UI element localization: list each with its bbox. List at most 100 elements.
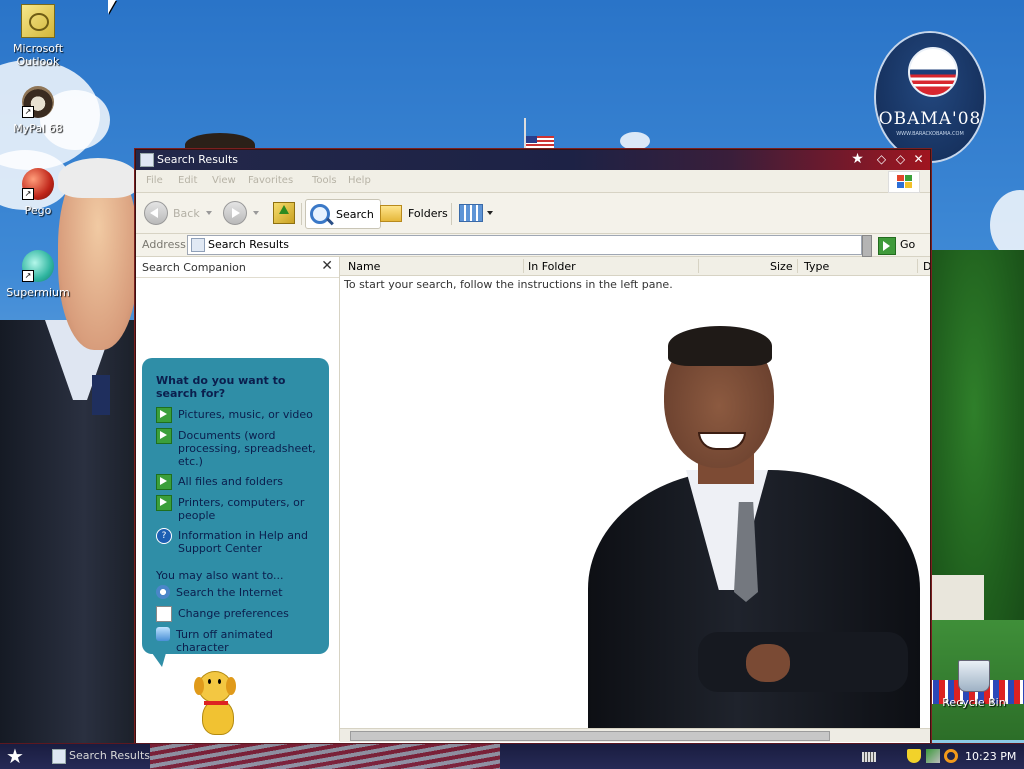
horizontal-scrollbar[interactable]	[340, 728, 930, 742]
option-change-preferences[interactable]: Change preferences	[156, 606, 321, 622]
raccoon-icon: ↗	[22, 86, 54, 118]
address-label: Address	[142, 238, 186, 251]
option-label: Pictures, music, or video	[178, 408, 313, 421]
security-shield-icon[interactable]	[907, 749, 921, 763]
menu-tools[interactable]: Tools	[312, 175, 337, 186]
folders-button[interactable]: Folders	[380, 199, 448, 227]
desktop-icon-supermium[interactable]: ↗ Supermium	[0, 250, 76, 299]
option-turn-off-character[interactable]: Turn off animated character	[156, 627, 321, 654]
column-header-name[interactable]: Name	[348, 260, 380, 273]
toolbar-separator	[301, 203, 302, 225]
green-arrow-icon	[156, 495, 172, 511]
maximize-button[interactable]: ◇	[893, 152, 908, 167]
column-header-size[interactable]: Size	[770, 260, 793, 273]
option-label: Turn off animated character	[176, 628, 273, 654]
pego-ball-icon: ↗	[22, 168, 54, 200]
windows-logo-icon	[888, 171, 920, 193]
forward-button[interactable]	[223, 199, 259, 227]
taskbar-button-search-results[interactable]: Search Results	[49, 746, 159, 766]
network-icon[interactable]	[926, 749, 940, 763]
address-bar: Address Search Results Go	[136, 234, 930, 257]
chevron-down-icon	[205, 211, 212, 215]
option-label: Change preferences	[178, 607, 289, 620]
address-dropdown-button[interactable]	[862, 235, 872, 257]
menu-bar: File Edit View Favorites Tools Help	[136, 170, 930, 193]
empty-results-message: To start your search, follow the instruc…	[344, 278, 673, 291]
green-arrow-icon	[156, 474, 172, 490]
address-input[interactable]: Search Results	[187, 235, 862, 255]
menu-view[interactable]: View	[212, 175, 236, 186]
supermium-icon: ↗	[22, 250, 54, 282]
close-pane-button[interactable]: ✕	[321, 258, 333, 274]
views-button[interactable]	[459, 199, 493, 227]
desktop-icon-outlook[interactable]: Microsoft Outlook	[0, 4, 76, 68]
desktop-icon-label: Recycle Bin	[942, 696, 1006, 709]
shortcut-arrow-icon: ↗	[22, 188, 34, 200]
address-value: Search Results	[208, 238, 290, 251]
column-separator	[797, 259, 798, 273]
option-label: Search the Internet	[176, 586, 283, 599]
desktop-icon-mypal[interactable]: ↗ MyPal 68	[0, 86, 76, 135]
search-companion-title: Search Companion	[142, 261, 246, 274]
option-all-files-folders[interactable]: All files and folders	[156, 474, 321, 490]
keyboard-icon[interactable]	[862, 752, 876, 762]
campaign-logo-url: WWW.BARACKOBAMA.COM	[896, 131, 964, 137]
menu-help[interactable]: Help	[348, 175, 371, 186]
recycle-bin-icon	[958, 660, 990, 692]
back-label: Back	[173, 206, 200, 220]
back-arrow-icon	[144, 201, 168, 225]
option-search-internet[interactable]: Search the Internet	[156, 585, 321, 599]
desktop-icon-pego[interactable]: ↗ Pego	[0, 168, 76, 217]
option-label: All files and folders	[178, 475, 283, 488]
search-button[interactable]: Search	[305, 199, 381, 229]
search-button-label: Search	[336, 207, 374, 221]
go-arrow-icon[interactable]	[878, 237, 896, 255]
search-window-icon	[140, 153, 154, 167]
folder-icon	[380, 204, 402, 222]
back-button[interactable]: Back	[144, 199, 212, 227]
column-header-date[interactable]: D	[923, 260, 930, 273]
desktop-icon-label: Pego	[24, 204, 52, 217]
star-icon: ★	[851, 151, 864, 167]
column-header-in-folder[interactable]: In Folder	[528, 260, 576, 273]
chevron-down-icon	[487, 211, 493, 215]
speech-bubble-tail	[152, 653, 166, 667]
column-header-type[interactable]: Type	[804, 260, 829, 273]
taskbar: ★ Search Results 10:23 PM	[0, 743, 1024, 769]
option-label: Documents (word processing, spreadsheet,…	[178, 429, 316, 468]
desktop-icon-recycle-bin[interactable]: Recycle Bin	[936, 660, 1012, 709]
up-folder-button[interactable]	[273, 199, 295, 227]
animated-character-icon	[156, 627, 170, 641]
menu-favorites[interactable]: Favorites	[248, 175, 293, 186]
option-pictures-music-video[interactable]: Pictures, music, or video	[156, 407, 321, 423]
search-dog-character-icon[interactable]	[192, 669, 242, 739]
option-help-support[interactable]: ? Information in Help and Support Center	[156, 528, 321, 555]
shortcut-arrow-icon: ↗	[22, 270, 34, 282]
desktop-icon-label: Microsoft Outlook	[12, 42, 64, 68]
menu-edit[interactable]: Edit	[178, 175, 197, 186]
toolbar-separator	[451, 203, 452, 225]
option-documents[interactable]: Documents (word processing, spreadsheet,…	[156, 428, 321, 468]
internet-search-icon	[156, 585, 170, 599]
clock[interactable]: 10:23 PM	[965, 750, 1016, 763]
window-title: Search Results	[157, 153, 239, 166]
also-want-to-label: You may also want to...	[156, 569, 284, 582]
search-icon	[310, 204, 330, 224]
start-button-star-icon[interactable]: ★	[6, 745, 30, 767]
option-printers-computers-people[interactable]: Printers, computers, or people	[156, 495, 321, 522]
campaign-logo: OBAMA'08 WWW.BARACKOBAMA.COM	[876, 33, 984, 161]
title-bar[interactable]: Search Results ★ ◇ ◇ ✕	[136, 150, 930, 170]
menu-file[interactable]: File	[146, 175, 163, 186]
go-button[interactable]: Go	[900, 238, 915, 251]
search-icon[interactable]	[944, 749, 958, 763]
house	[929, 575, 984, 620]
scrollbar-thumb[interactable]	[350, 731, 830, 741]
close-button[interactable]: ✕	[911, 152, 926, 167]
column-separator	[523, 259, 524, 273]
minimize-button[interactable]: ◇	[874, 152, 889, 167]
search-results-icon	[191, 238, 205, 252]
folder-up-icon	[273, 202, 295, 224]
campaign-logo-text: OBAMA'08	[878, 109, 982, 129]
person-tie	[92, 375, 110, 415]
column-separator	[698, 259, 699, 273]
